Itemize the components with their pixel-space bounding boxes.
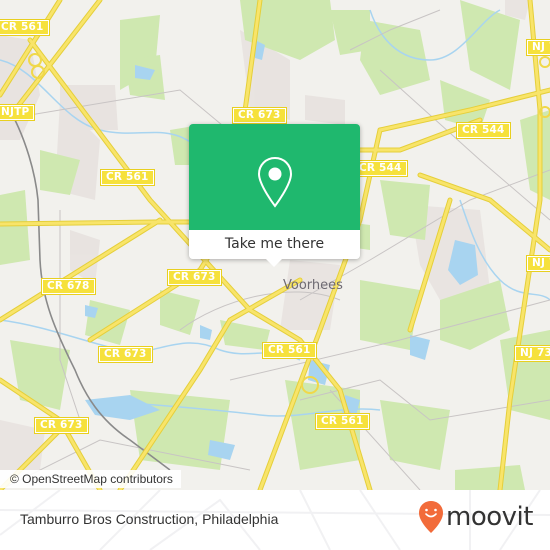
moovit-smile-pin-icon — [419, 501, 443, 533]
take-me-there-button[interactable]: Take me there — [189, 230, 360, 259]
brand-wordmark: moovit — [446, 502, 533, 532]
location-pin-icon — [257, 156, 293, 208]
road-shield-nj73: NJ 73 — [514, 345, 550, 362]
footer-bar: Tamburro Bros Construction, Philadelphia… — [0, 490, 550, 550]
popup-header — [189, 124, 360, 230]
map-attribution[interactable]: © OpenStreetMap contributors — [0, 470, 181, 488]
moovit-logo[interactable]: moovit — [418, 500, 533, 534]
road-shield-cr678: CR 678 — [41, 278, 96, 295]
road-shield-nj73: NJ 73 — [526, 255, 550, 272]
road-shield-cr673: CR 673 — [232, 107, 287, 124]
road-shield-cr561: CR 561 — [262, 342, 317, 359]
road-shield-cr673: CR 673 — [34, 417, 89, 434]
place-name: Tamburro Bros Construction, Philadelphia — [20, 511, 279, 527]
road-shield-cr673: CR 673 — [167, 269, 222, 286]
road-shield-cr561: CR 561 — [0, 19, 50, 36]
map-view[interactable]: CR 561 NJTP CR 673 CR 544 CR 544 CR 561 … — [0, 0, 550, 490]
road-shield-cr561: CR 561 — [100, 169, 155, 186]
road-shield-nj73: NJ 73 — [526, 39, 550, 56]
road-shield-cr673: CR 673 — [98, 346, 153, 363]
road-shield-cr544: CR 544 — [456, 122, 511, 139]
road-shield-cr561: CR 561 — [315, 413, 370, 430]
town-label-voorhees: Voorhees — [283, 278, 343, 293]
location-popup: Take me there — [189, 124, 360, 267]
road-shield-njtp: NJTP — [0, 104, 36, 121]
road-shield-cr544: CR 544 — [353, 160, 408, 177]
popup-pointer — [266, 259, 282, 267]
